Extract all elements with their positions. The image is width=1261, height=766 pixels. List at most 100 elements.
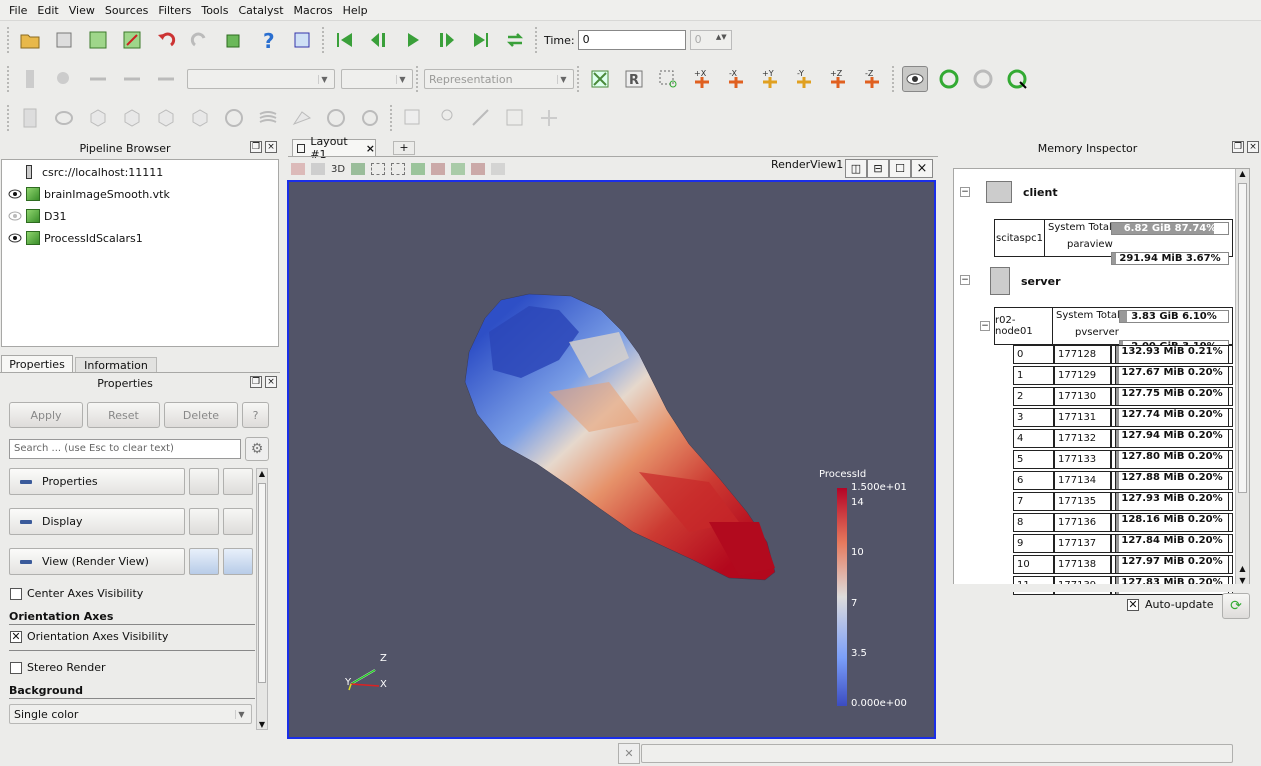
open-icon[interactable] <box>17 27 43 53</box>
group-icon[interactable] <box>323 105 349 131</box>
toggle-color-legend-icon[interactable] <box>17 66 43 92</box>
first-frame-icon[interactable] <box>332 27 358 53</box>
next-frame-icon[interactable] <box>434 27 460 53</box>
auto-update-checkbox[interactable]: ✕ <box>1127 599 1139 611</box>
center-axes-checkbox[interactable] <box>10 588 22 600</box>
reset-button[interactable]: Reset <box>87 402 160 428</box>
close-tab-icon[interactable]: × <box>366 142 375 155</box>
search-input[interactable]: Search ... (use Esc to clear text) <box>9 439 241 459</box>
menu-sources[interactable]: Sources <box>100 4 154 17</box>
last-frame-icon[interactable] <box>468 27 494 53</box>
reset-camera-icon[interactable] <box>587 66 613 92</box>
warp-icon[interactable] <box>289 105 315 131</box>
screenshot-icon[interactable] <box>351 163 366 175</box>
connect-icon[interactable] <box>85 27 111 53</box>
help-icon[interactable]: ? <box>255 27 281 53</box>
float-panel-icon[interactable]: ❐ <box>250 141 262 153</box>
axis-plus-x-button[interactable]: +X <box>689 66 715 92</box>
zoom-to-data-icon[interactable]: R <box>621 66 647 92</box>
refresh-icon[interactable]: ⟳ <box>1222 593 1250 619</box>
help-button[interactable]: ? <box>242 402 269 428</box>
glyph-icon[interactable] <box>221 105 247 131</box>
restore-defaults-icon[interactable] <box>189 548 219 575</box>
save-defaults-icon[interactable] <box>223 508 253 535</box>
menu-view[interactable]: View <box>64 4 100 17</box>
color-by-select[interactable]: ▼ <box>187 69 335 89</box>
select-blocks-icon[interactable] <box>451 163 466 175</box>
redo-icon[interactable] <box>187 27 213 53</box>
close-panel-icon[interactable]: × <box>265 376 277 388</box>
properties-scrollbar[interactable]: ▲ ▼ <box>256 468 268 730</box>
play-icon[interactable] <box>400 27 426 53</box>
menu-macros[interactable]: Macros <box>289 4 338 17</box>
calculator-icon[interactable] <box>17 105 43 131</box>
gear-icon[interactable]: ⚙ <box>245 437 269 461</box>
previous-frame-icon[interactable] <box>366 27 392 53</box>
time-step-spinbox[interactable]: 0 ▲▼ <box>689 30 732 50</box>
tab-layout[interactable]: Layout #1 × <box>292 135 376 161</box>
properties-section[interactable]: Properties <box>9 468 185 495</box>
loop-icon[interactable] <box>502 27 528 53</box>
find-data-icon[interactable] <box>400 105 426 131</box>
camera-undo-icon[interactable] <box>221 27 247 53</box>
eye-hidden-icon[interactable] <box>8 211 22 221</box>
menu-edit[interactable]: Edit <box>32 4 63 17</box>
clip-icon[interactable] <box>85 105 111 131</box>
restore-defaults-icon[interactable] <box>189 468 219 495</box>
view-section[interactable]: View (Render View) <box>9 548 185 575</box>
camera-link-icon[interactable] <box>311 163 325 175</box>
close-view-icon[interactable]: × <box>911 159 933 178</box>
disconnect-icon[interactable] <box>119 27 145 53</box>
tab-properties[interactable]: Properties <box>1 355 73 373</box>
zoom-to-box-icon[interactable] <box>655 66 681 92</box>
edit-color-map-icon[interactable] <box>51 66 77 92</box>
float-panel-icon[interactable]: ❐ <box>1232 141 1244 153</box>
select-points-icon[interactable] <box>391 163 406 175</box>
display-section[interactable]: Display <box>9 508 185 535</box>
add-layout-tab[interactable]: + <box>393 141 415 155</box>
close-panel-icon[interactable]: × <box>265 141 277 153</box>
apply-button[interactable]: Apply <box>9 402 83 428</box>
stream-tracer-icon[interactable] <box>255 105 281 131</box>
spreadsheet-icon[interactable] <box>434 105 460 131</box>
contour-icon[interactable] <box>51 105 77 131</box>
extract-level-icon[interactable] <box>357 105 383 131</box>
server-node[interactable]: csrc://localhost:11111 <box>26 162 163 182</box>
orientation-axes-checkbox[interactable]: ✕ <box>10 631 22 643</box>
rescale-visible-icon[interactable] <box>153 66 179 92</box>
reset-center-icon[interactable] <box>970 66 996 92</box>
capture-icon[interactable] <box>291 163 305 175</box>
pipeline-item[interactable]: D31 <box>8 206 66 226</box>
maximize-icon[interactable]: ☐ <box>889 159 911 178</box>
show-center-icon[interactable] <box>936 66 962 92</box>
eye-visible-icon[interactable] <box>8 189 22 199</box>
axis-minus-y-button[interactable]: -Y <box>791 66 817 92</box>
plot-data-icon[interactable] <box>502 105 528 131</box>
mode-3d-button[interactable]: 3D <box>331 164 345 175</box>
pick-center-of-rotation-icon[interactable] <box>1004 66 1030 92</box>
float-panel-icon[interactable]: ❐ <box>250 376 262 388</box>
restore-defaults-icon[interactable] <box>189 508 219 535</box>
pipeline-item[interactable]: brainImageSmooth.vtk <box>8 184 170 204</box>
time-input[interactable]: 0 <box>577 30 686 50</box>
slice-icon[interactable] <box>119 105 145 131</box>
memory-scrollbar[interactable]: ▲ ▲ ▼ <box>1235 169 1249 585</box>
undo-icon[interactable] <box>153 27 179 53</box>
rescale-custom-icon[interactable] <box>119 66 145 92</box>
plot-over-line-icon[interactable] <box>468 105 494 131</box>
save-defaults-icon[interactable] <box>223 548 253 575</box>
stereo-render-checkbox[interactable] <box>10 662 22 674</box>
stop-icon[interactable]: ✕ <box>618 743 640 764</box>
select-frustum-icon[interactable] <box>411 163 426 175</box>
background-select[interactable]: Single color ▼ <box>9 704 252 724</box>
save-defaults-icon[interactable] <box>223 468 253 495</box>
pick-center-icon[interactable] <box>289 27 315 53</box>
menu-tools[interactable]: Tools <box>196 4 233 17</box>
split-vertical-icon[interactable]: ⊟ <box>867 159 889 178</box>
rescale-range-icon[interactable] <box>85 66 111 92</box>
tab-information[interactable]: Information <box>75 357 157 373</box>
pipeline-item[interactable]: ProcessIdScalars1 <box>8 228 143 248</box>
menu-filters[interactable]: Filters <box>153 4 196 17</box>
eye-visible-icon[interactable] <box>8 233 22 243</box>
close-panel-icon[interactable]: × <box>1247 141 1259 153</box>
